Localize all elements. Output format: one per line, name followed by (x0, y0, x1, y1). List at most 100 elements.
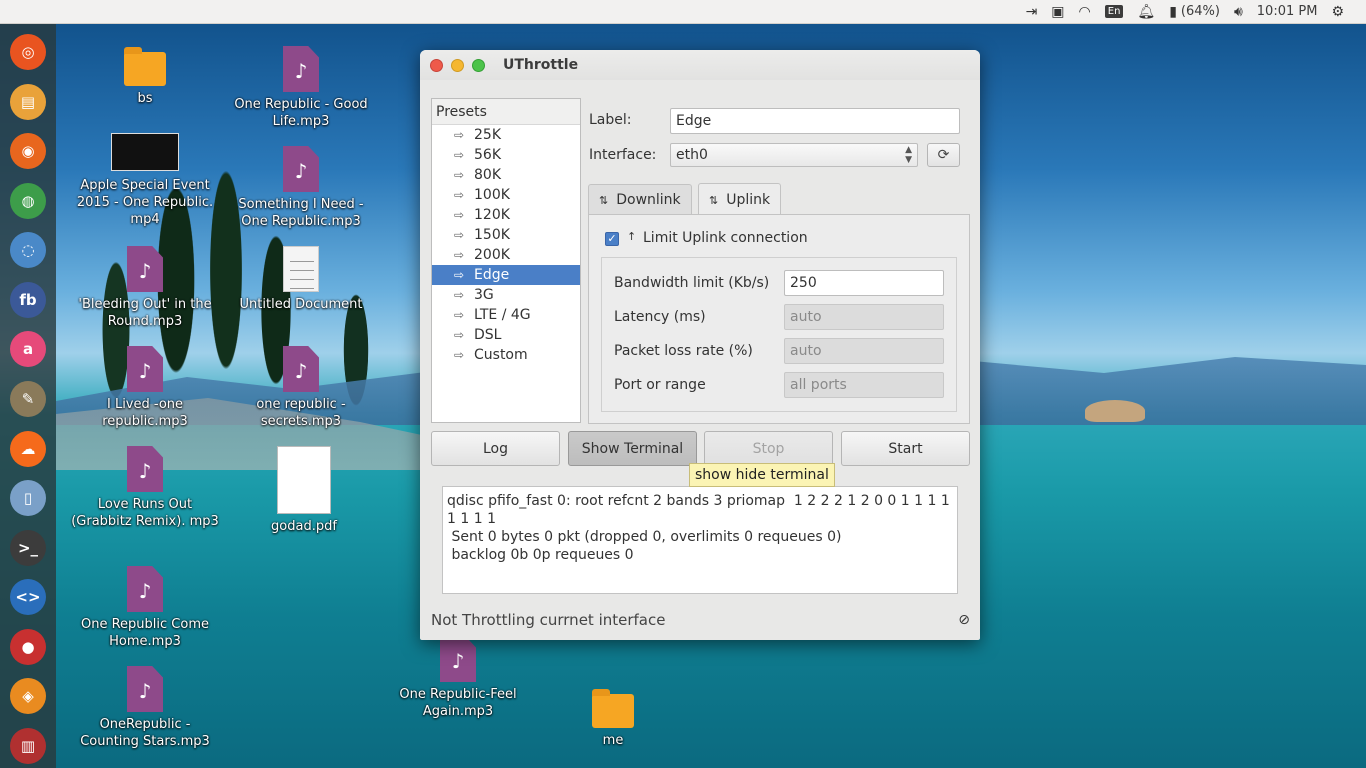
preset-item[interactable]: ⇨ Custom (432, 345, 580, 365)
preset-label: 56K (474, 147, 501, 163)
preset-item[interactable]: ⇨ 80K (432, 165, 580, 185)
desktop-icon-feel-again[interactable]: ♪ One Republic-Feel Again.mp3 (383, 636, 533, 720)
port-range-label: Port or range (614, 377, 706, 393)
stop-button[interactable]: Stop (704, 431, 833, 466)
preset-item[interactable]: ⇨ 200K (432, 245, 580, 265)
latency-label: Latency (ms) (614, 309, 706, 325)
launcher-chromium[interactable]: ◌ (7, 228, 49, 273)
desktop-icon-i-lived[interactable]: ♪ I Lived -one republic.mp3 (70, 346, 220, 430)
arrow-right-icon: ⇨ (454, 208, 465, 222)
launcher-terminal[interactable]: >_ (7, 525, 49, 570)
desktop-icon-love-runs-out[interactable]: ♪ Love Runs Out (Grabbitz Remix). mp3 (70, 446, 220, 530)
packet-loss-input[interactable]: auto (784, 338, 944, 364)
launcher-gimp[interactable]: ✎ (7, 377, 49, 422)
desktop-icon-secrets[interactable]: ♪ one republic - secrets.mp3 (226, 346, 376, 430)
desktop-icon-something-i-need[interactable]: ♪ Something I Need - One Republic.mp3 (226, 146, 376, 230)
music-file-icon: ♪ (127, 446, 163, 492)
arrow-right-icon: ⇨ (454, 148, 465, 162)
minimize-button[interactable] (451, 58, 464, 72)
text-file-icon (283, 246, 319, 292)
refresh-interfaces-button[interactable]: ⟳ (927, 143, 960, 167)
limit-connection-checkbox[interactable]: ✓ (605, 232, 619, 246)
launcher-code-editor[interactable]: <> (7, 575, 49, 620)
desktop-icon-me[interactable]: me (538, 689, 688, 749)
session-indicator[interactable]: ⇥ (1026, 4, 1038, 20)
preset-item[interactable]: ⇨ 150K (432, 225, 580, 245)
up-arrow-icon: ↑ (627, 230, 637, 243)
logout-icon: ⇥ (1025, 3, 1038, 20)
preset-item[interactable]: ⇨ LTE / 4G (432, 305, 580, 325)
tab-downlink[interactable]: ⇅ Downlink (588, 184, 692, 215)
system-menu[interactable]: ⚙ (1331, 4, 1344, 20)
clock[interactable]: 10:01 PM (1257, 4, 1318, 19)
desktop-icon-bs[interactable]: bs (70, 47, 220, 107)
show-terminal-button[interactable]: Show Terminal (568, 431, 697, 466)
bandwidth-input[interactable]: 250 (784, 270, 944, 296)
soundcloud-icon: ☁ (10, 430, 46, 467)
window-title: UThrottle (503, 57, 579, 73)
preset-item[interactable]: ⇨ DSL (432, 325, 580, 345)
window-titlebar[interactable]: UThrottle (420, 50, 980, 80)
chromium-icon: ◌ (10, 232, 46, 269)
launcher-trash[interactable]: ▥ (7, 723, 49, 768)
preset-item[interactable]: ⇨ Edge (432, 265, 580, 285)
log-button[interactable]: Log (431, 431, 560, 466)
launcher-soundcloud[interactable]: ☁ (7, 426, 49, 471)
sound-indicator[interactable]: 🔊︎ (1234, 4, 1243, 20)
language-badge: En (1104, 5, 1124, 18)
wifi-icon: ◠ (1078, 3, 1091, 20)
desktop-icon-apple-event[interactable]: Apple Special Event 2015 - One Republic.… (70, 133, 220, 228)
launcher-chrome[interactable]: ◍ (7, 179, 49, 224)
preset-item[interactable]: ⇨ 100K (432, 185, 580, 205)
desktop-icon-label: I Lived -one republic.mp3 (102, 397, 188, 429)
arrow-right-icon: ⇨ (454, 188, 465, 202)
launcher-ubuntu-dash[interactable]: ◎ (7, 30, 49, 75)
preset-item[interactable]: ⇨ 56K (432, 145, 580, 165)
preset-item[interactable]: ⇨ 3G (432, 285, 580, 305)
tab-uplink[interactable]: ⇅ Uplink (698, 183, 782, 216)
arrow-right-icon: ⇨ (454, 268, 465, 282)
tab-label: Downlink (616, 192, 681, 208)
launcher-files[interactable]: ▤ (7, 80, 49, 125)
wifi-indicator[interactable]: ◠ (1079, 4, 1091, 20)
cpu-indicator[interactable]: ▣ (1051, 4, 1064, 20)
status-text: Not Throttling currnet interface (431, 611, 666, 629)
bandwidth-label: Bandwidth limit (Kb/s) (614, 275, 770, 291)
label-input[interactable]: Edge (670, 108, 960, 134)
launcher-fb[interactable]: fb (7, 278, 49, 323)
launcher-cherries[interactable]: ● (7, 624, 49, 669)
music-file-icon: ♪ (440, 636, 476, 682)
launcher-software-center[interactable]: ◈ (7, 674, 49, 719)
interface-select[interactable]: eth0 ▲ ▼ (670, 143, 918, 167)
desktop-icon-good-life[interactable]: ♪ One Republic - Good Life.mp3 (226, 46, 376, 130)
desktop-icon-come-home[interactable]: ♪ One Republic Come Home.mp3 (70, 566, 220, 650)
preset-item[interactable]: ⇨ 120K (432, 205, 580, 225)
notification-indicator[interactable]: 🔔︎ (1137, 4, 1155, 20)
desktop-icon-godad-pdf[interactable]: godad.pdf (229, 446, 379, 535)
terminal-output[interactable]: qdisc pfifo_fast 0: root refcnt 2 bands … (442, 486, 958, 594)
presets-list: Presets ⇨ 25K ⇨ 56K ⇨ 80K ⇨ 100K ⇨ 120K ⇨ 150K ⇨ 200K… (431, 98, 581, 423)
terminal-icon: >_ (10, 529, 46, 566)
desktop-icon-bleeding-out[interactable]: ♪ 'Bleeding Out' in the Round.mp3 (70, 246, 220, 330)
launcher-firefox[interactable]: ◉ (7, 129, 49, 174)
close-button[interactable] (430, 58, 443, 72)
keyboard-indicator[interactable]: En (1104, 5, 1124, 18)
maximize-button[interactable] (472, 58, 485, 72)
launcher-app-a[interactable]: a (7, 327, 49, 372)
latency-input[interactable]: auto (784, 304, 944, 330)
battery-indicator[interactable]: ▮ (64%) (1169, 4, 1220, 20)
firefox-icon: ◉ (10, 133, 46, 170)
start-button[interactable]: Start (841, 431, 970, 466)
arrow-right-icon: ⇨ (454, 328, 465, 342)
chrome-icon: ◍ (10, 182, 46, 219)
preset-item[interactable]: ⇨ 25K (432, 125, 580, 145)
uthrottle-window: UThrottle Presets ⇨ 25K ⇨ 56K ⇨ 80K ⇨ 100K ⇨ 120K… (420, 50, 980, 640)
launcher-phone[interactable]: ▯ (7, 476, 49, 521)
throttle-settings-group: Bandwidth limit (Kb/s) 250 Latency (ms) … (601, 257, 957, 412)
desktop-icon-counting-stars[interactable]: ♪ OneRepublic - Counting Stars.mp3 (70, 666, 220, 750)
desktop-icon-label: Untitled Document (239, 297, 363, 312)
desktop-icon-untitled-document[interactable]: Untitled Document (226, 246, 376, 313)
bell-icon: 🔔︎ (1137, 3, 1156, 20)
port-range-input[interactable]: all ports (784, 372, 944, 398)
arrow-right-icon: ⇨ (454, 288, 465, 302)
